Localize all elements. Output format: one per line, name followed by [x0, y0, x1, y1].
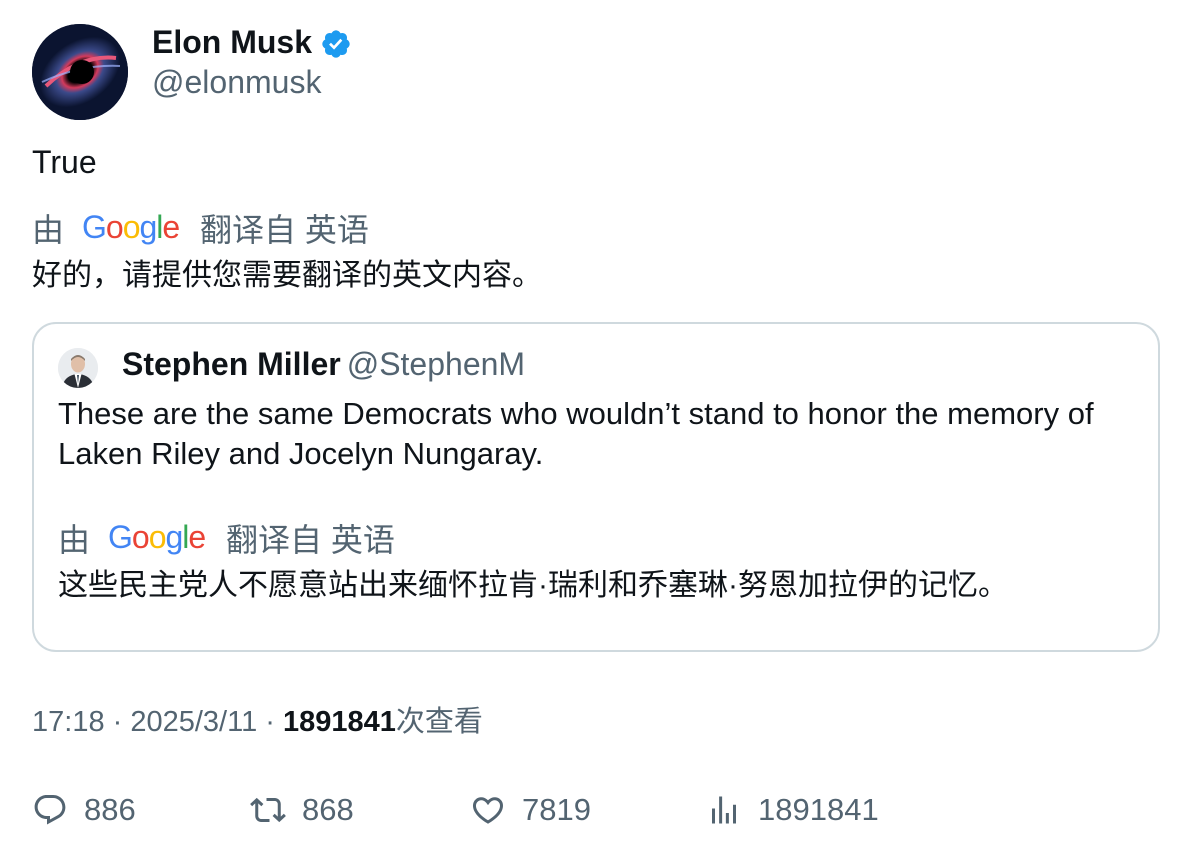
views-count: 1891841 [758, 792, 879, 827]
views-label: 次查看 [395, 706, 483, 738]
tweet-date[interactable]: 2025/3/11 [130, 706, 257, 738]
quote-translation-attribution: 由 Google 翻译自 英语 [58, 518, 395, 558]
meta-separator: · [104, 706, 131, 738]
google-logo-icon: Google [108, 521, 206, 555]
tweet-translated-text: 好的，请提供您需要翻译的英文内容。 [32, 259, 542, 292]
author-name[interactable]: Elon Musk [152, 22, 312, 62]
like-button[interactable]: 7819 [470, 788, 591, 832]
reply-count: 886 [84, 792, 136, 827]
reply-icon [34, 795, 66, 825]
tweet-text: True [32, 144, 97, 180]
tweet-meta: 17:18 · 2025/3/11 · 1891841次查看 [32, 702, 483, 742]
quote-translated-from-label: 翻译自 英语 [226, 522, 395, 558]
retweet-icon [250, 797, 286, 823]
quote-author-name[interactable]: Stephen Miller [122, 346, 341, 382]
verified-badge-icon [320, 28, 352, 60]
views-button[interactable]: 1891841 [706, 788, 879, 832]
view-count: 1891841 [283, 706, 396, 738]
quote-text: These are the same Democrats who wouldn’… [58, 396, 1094, 471]
author-handle[interactable]: @elonmusk [152, 62, 321, 102]
views-chart-icon [712, 796, 736, 824]
quote-author-line: Stephen Miller @StephenM [122, 344, 525, 384]
heart-icon [472, 797, 504, 824]
meta-separator: · [257, 706, 284, 738]
quoted-tweet[interactable]: Stephen Miller @StephenM These are the sa… [32, 322, 1160, 652]
like-count: 7819 [522, 792, 591, 827]
reply-button[interactable]: 886 [32, 788, 136, 832]
svg-text:Google: Google [108, 521, 205, 555]
author-avatar[interactable] [32, 24, 128, 120]
retweet-button[interactable]: 868 [250, 788, 354, 832]
quote-author-handle[interactable]: @StephenM [347, 346, 525, 382]
google-logo-icon: Google [82, 211, 180, 245]
svg-text:Google: Google [82, 211, 179, 245]
translated-by-label: 由 [32, 212, 65, 248]
tweet-time[interactable]: 17:18 [32, 706, 105, 738]
translation-attribution: 由 Google 翻译自 英语 [32, 208, 369, 248]
translated-from-label: 翻译自 英语 [200, 212, 369, 248]
quote-translated-by-label: 由 [58, 522, 91, 558]
quote-author-avatar[interactable] [58, 348, 98, 388]
retweet-count: 868 [302, 792, 354, 827]
quote-translated-text: 这些民主党人不愿意站出来缅怀拉肯·瑞利和乔塞琳·努恩加拉伊的记忆。 [58, 569, 1008, 602]
